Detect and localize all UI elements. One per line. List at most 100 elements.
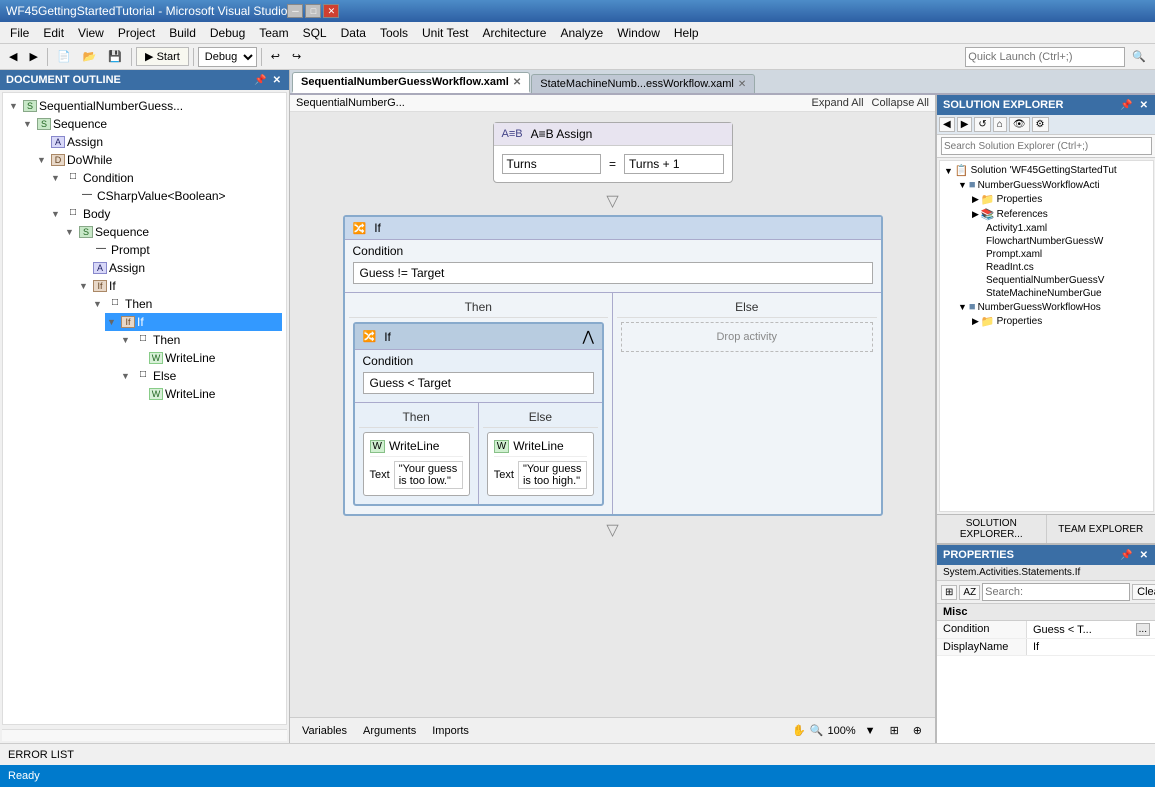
collapse-all-button[interactable]: Collapse All <box>872 97 929 109</box>
se-prompt-node[interactable]: Prompt.xaml <box>970 248 1151 261</box>
menu-sql[interactable]: SQL <box>297 24 333 42</box>
outer-if-condition-field[interactable]: Guess != Target <box>353 262 873 284</box>
tree-node-wl2[interactable]: W WriteLine <box>133 385 282 403</box>
se-solution-explorer-tab[interactable]: SOLUTION EXPLORER... <box>937 515 1047 543</box>
tab-sequential-close[interactable]: ✕ <box>513 77 521 88</box>
tab-sequential[interactable]: SequentialNumberGuessWorkflow.xaml ✕ <box>292 72 530 93</box>
se-close-button[interactable]: ✕ <box>1138 100 1150 111</box>
menu-analyze[interactable]: Analyze <box>554 24 609 42</box>
tree-node-assign2[interactable]: A Assign <box>77 259 282 277</box>
quick-launch-search-button[interactable]: 🔍 <box>1127 47 1151 66</box>
save-button[interactable]: 💾 <box>103 47 127 66</box>
assign-left-field[interactable]: Turns <box>502 154 602 174</box>
se-activity1-node[interactable]: Activity1.xaml <box>970 222 1151 235</box>
back-button[interactable]: ◀ <box>4 47 22 66</box>
zoom-dropdown-button[interactable]: ▼ <box>860 722 881 740</box>
props-displayname-value[interactable]: If <box>1027 639 1155 655</box>
props-categories-button[interactable]: ⊞ <box>941 585 957 600</box>
tree-node-then1[interactable]: ▼ □ Then <box>91 295 282 313</box>
tree-node-else1[interactable]: ▼ □ Else <box>119 367 282 385</box>
zoom-icon[interactable]: 🔍 <box>810 724 824 737</box>
props-search-input[interactable] <box>982 583 1130 601</box>
tree-node-root[interactable]: ▼ S SequentialNumberGuess... <box>7 97 282 115</box>
error-list-label[interactable]: ERROR LIST <box>8 749 74 761</box>
hand-icon[interactable]: ✋ <box>792 724 806 737</box>
config-dropdown[interactable]: Debug <box>198 47 257 67</box>
redo-button[interactable]: ↪ <box>287 47 306 66</box>
tree-node-dowhile[interactable]: ▼ D DoWhile <box>35 151 282 169</box>
tree-node-prompt[interactable]: — Prompt <box>77 241 282 259</box>
se-project1-node[interactable]: ▼ ■ NumberGuessWorkflowActi <box>956 178 1151 192</box>
se-sequential-node[interactable]: SequentialNumberGuessV <box>970 274 1151 287</box>
tree-node-wl1[interactable]: W WriteLine <box>133 349 282 367</box>
doc-outline-close-button[interactable]: ✕ <box>271 75 283 86</box>
props-clear-button[interactable]: Clear <box>1132 584 1155 600</box>
menu-build[interactable]: Build <box>163 24 202 42</box>
assign-right-field[interactable]: Turns + 1 <box>624 154 724 174</box>
props-condition-more-button[interactable]: ... <box>1136 623 1150 636</box>
se-refs-node[interactable]: ▶ 📚 References <box>970 207 1151 222</box>
menu-unittest[interactable]: Unit Test <box>416 24 474 42</box>
maximize-button[interactable]: □ <box>305 4 321 18</box>
tab-statemachine-close[interactable]: ✕ <box>738 79 746 90</box>
menu-tools[interactable]: Tools <box>374 24 414 42</box>
start-button[interactable]: ▶ Start <box>136 47 189 66</box>
variables-tab[interactable]: Variables <box>298 724 351 738</box>
menu-project[interactable]: Project <box>112 24 161 42</box>
se-forward-button[interactable]: ▶ <box>957 117 973 132</box>
se-show-all-button[interactable]: 👁 <box>1009 117 1030 132</box>
se-statemachine-node[interactable]: StateMachineNumberGue <box>970 287 1151 300</box>
zoom-in-button[interactable]: ⊕ <box>908 721 927 740</box>
forward-button[interactable]: ▶ <box>24 47 42 66</box>
se-solution-node[interactable]: ▼ 📋 Solution 'WF45GettingStartedTut <box>942 163 1151 178</box>
menu-file[interactable]: File <box>4 24 35 42</box>
tree-node-body[interactable]: ▼ □ Body <box>49 205 282 223</box>
new-file-button[interactable]: 📄 <box>52 47 76 66</box>
tree-node-seq3[interactable]: ▼ S Sequence <box>63 223 282 241</box>
menu-architecture[interactable]: Architecture <box>476 24 552 42</box>
menu-data[interactable]: Data <box>335 24 372 42</box>
se-home-button[interactable]: ⌂ <box>993 117 1007 132</box>
se-props2-node[interactable]: ▶ 📁 Properties <box>970 314 1151 329</box>
tree-node-condition[interactable]: ▼ □ Condition <box>49 169 282 187</box>
quick-launch-input[interactable] <box>965 47 1125 67</box>
se-search-input[interactable] <box>941 137 1152 155</box>
menu-help[interactable]: Help <box>668 24 705 42</box>
se-team-explorer-tab[interactable]: TEAM EXPLORER <box>1047 515 1155 543</box>
se-props1-node[interactable]: ▶ 📁 Properties <box>970 192 1151 207</box>
tab-statemachine[interactable]: StateMachineNumb...essWorkflow.xaml ✕ <box>531 74 755 93</box>
minimize-button[interactable]: ─ <box>287 4 303 18</box>
imports-tab[interactable]: Imports <box>428 724 473 738</box>
drop-activity-area[interactable]: Drop activity <box>621 322 873 352</box>
se-props-button[interactable]: ⚙ <box>1032 117 1049 132</box>
inner-if-condition-field[interactable]: Guess < Target <box>363 372 595 394</box>
se-refresh-button[interactable]: ↺ <box>974 117 990 132</box>
doc-outline-scrollbar[interactable] <box>2 729 287 741</box>
tree-node-then2[interactable]: ▼ □ Then <box>119 331 282 349</box>
se-back-button[interactable]: ◀ <box>939 117 955 132</box>
se-readint-node[interactable]: ReadInt.cs <box>970 261 1151 274</box>
open-button[interactable]: 📂 <box>78 47 102 66</box>
inner-if-collapse-button[interactable]: ⋀ <box>583 328 594 345</box>
props-condition-value[interactable]: Guess < T... ... <box>1027 621 1155 638</box>
expand-all-button[interactable]: Expand All <box>812 97 864 109</box>
props-alpha-button[interactable]: AZ <box>959 585 980 600</box>
tree-node-if2[interactable]: ▼ If If <box>105 313 282 331</box>
se-pin-button[interactable]: 📌 <box>1118 100 1134 111</box>
tree-node-csharp[interactable]: — CSharpValue<Boolean> <box>63 187 282 205</box>
menu-debug[interactable]: Debug <box>204 24 251 42</box>
se-project2-node[interactable]: ▼ ■ NumberGuessWorkflowHos <box>956 300 1151 314</box>
se-flowchart-node[interactable]: FlowchartNumberGuessW <box>970 235 1151 248</box>
writeline-value-1[interactable]: "Your guess is too low." <box>394 461 463 489</box>
tree-node-assign1[interactable]: A Assign <box>35 133 282 151</box>
menu-team[interactable]: Team <box>253 24 294 42</box>
workflow-canvas[interactable]: A≡B A≡B Assign Turns = Turns + 1 ▽ <box>290 112 935 717</box>
arguments-tab[interactable]: Arguments <box>359 724 420 738</box>
writeline-value-2[interactable]: "Your guess is too high." <box>518 461 587 489</box>
menu-view[interactable]: View <box>72 24 110 42</box>
doc-outline-pin-button[interactable]: 📌 <box>252 75 268 86</box>
tree-node-if1[interactable]: ▼ If If <box>77 277 282 295</box>
fit-page-button[interactable]: ⊞ <box>885 721 904 740</box>
menu-edit[interactable]: Edit <box>37 24 70 42</box>
close-button[interactable]: ✕ <box>323 4 339 18</box>
